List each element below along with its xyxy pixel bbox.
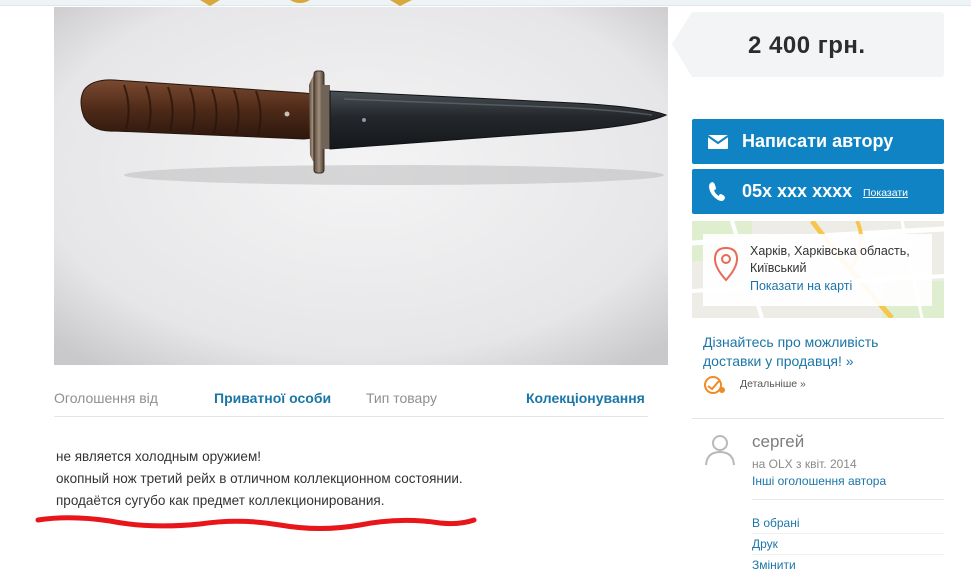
- divider: [752, 499, 944, 500]
- location-city: Харків, Харківська область,: [750, 244, 910, 258]
- delivery-truck-icon: [704, 376, 725, 394]
- listing-details-row: Оголошення від Приватної особи Тип товар…: [54, 383, 648, 417]
- delivery-info-line2[interactable]: доставки у продавця! »: [703, 353, 943, 369]
- envelope-icon: [707, 135, 729, 149]
- delivery-details-link[interactable]: Детальніше »: [740, 378, 806, 390]
- show-phone-link[interactable]: Показати: [863, 187, 908, 199]
- price: 2 400 грн.: [748, 32, 866, 59]
- seller-other-ads-link[interactable]: Інші оголошення автора: [752, 474, 886, 488]
- write-author-button[interactable]: Написати автору: [692, 119, 944, 164]
- red-underline-annotation: [35, 515, 477, 531]
- seller-since: на OLX з квіт. 2014: [752, 457, 857, 471]
- user-avatar-icon: [705, 435, 735, 466]
- divider: [692, 418, 944, 419]
- top-strip: [0, 0, 971, 6]
- edit-link[interactable]: Змінити: [752, 558, 796, 572]
- write-author-label: Написати автору: [742, 131, 894, 151]
- phone-button[interactable]: 05x xxx xxxx Показати: [692, 169, 944, 214]
- listing-description: не является холодным оружием! окопный но…: [56, 446, 656, 512]
- listing-photo[interactable]: [54, 7, 668, 365]
- seller-name: сергей: [752, 432, 805, 451]
- divider: [752, 533, 944, 534]
- add-to-favorites-link[interactable]: В обрані: [752, 516, 800, 530]
- map-pin-icon: [713, 246, 739, 282]
- detail-value-collecting[interactable]: Колекціонування: [526, 390, 645, 406]
- location-district: Київський: [750, 261, 807, 275]
- detail-label-product-type: Тип товару: [366, 390, 437, 406]
- divider: [752, 554, 944, 555]
- description-line: окопный нож третий рейх в отличном колле…: [56, 471, 463, 486]
- show-on-map-link[interactable]: Показати на карті: [750, 279, 852, 293]
- delivery-info-line1[interactable]: Дізнайтесь про можливість: [703, 334, 943, 350]
- phone-number: 05x xxx xxxx: [742, 181, 853, 201]
- detail-label-offer-from: Оголошення від: [54, 390, 158, 406]
- header-logo-fragment: [200, 0, 412, 6]
- print-link[interactable]: Друк: [752, 537, 778, 551]
- phone-icon: [709, 182, 725, 201]
- detail-value-private-person[interactable]: Приватної особи: [214, 390, 331, 406]
- description-line: не является холодным оружием!: [56, 449, 261, 464]
